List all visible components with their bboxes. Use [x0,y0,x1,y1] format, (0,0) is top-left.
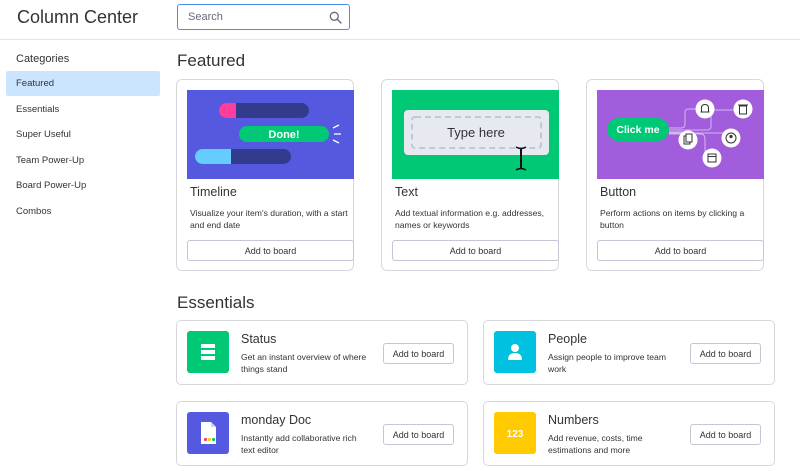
essential-card-monday-doc[interactable]: monday Doc Instantly add collaborative r… [176,401,468,466]
essential-card-numbers[interactable]: 123 Numbers Add revenue, costs, time est… [483,401,775,466]
featured-card-description: Add textual information e.g. addresses, … [395,208,545,230]
button-illustration: Click me [597,90,764,179]
essential-card-description: Add revenue, costs, time estimations and… [548,433,643,455]
essential-card-name: Numbers [548,413,599,427]
featured-card-description: Perform actions on items by clicking a b… [600,208,745,230]
add-status-button[interactable]: Add to board [383,343,454,364]
status-icon [187,331,229,373]
add-text-button[interactable]: Add to board [392,240,559,261]
numbers-icon: 123 [494,412,536,454]
text-illustration: Type here [392,90,559,179]
featured-card-name: Timeline [190,185,237,199]
featured-section-title: Featured [177,51,246,70]
essential-card-description: Assign people to improve team work [548,352,666,374]
essential-card-name: monday Doc [241,413,312,427]
add-numbers-button[interactable]: Add to board [690,424,761,445]
featured-card-button[interactable]: Click me Button Perform actions on items… [586,79,764,271]
sidebar-item-team-power-up[interactable]: Team Power-Up [6,148,160,173]
person-icon [721,128,741,148]
bell-icon [695,99,715,119]
featured-card-timeline[interactable]: Done! Timeline Visualize your item's dur… [176,79,354,271]
add-timeline-button[interactable]: Add to board [187,240,354,261]
essential-card-status[interactable]: Status Get an instant overview of where … [176,320,468,385]
page-title: Column Center [17,7,139,27]
copy-icon [678,130,698,150]
numbers-icon-text: 123 [507,429,524,440]
essentials-section-title: Essentials [177,293,255,312]
featured-card-description: Visualize your item's duration, with a s… [190,208,348,230]
essential-card-description: Instantly add collaborative rich text ed… [241,433,357,455]
essential-card-name: Status [241,332,277,346]
featured-card-text[interactable]: Type here Text Add textual information e… [381,79,559,271]
button-click-me-label: Click me [616,124,659,136]
text-type-here-label: Type here [447,125,505,140]
featured-card-name: Button [600,185,637,199]
top-header: Column Center [0,0,800,40]
timeline-illustration: Done! [187,90,354,179]
person-icon [494,331,536,373]
add-button-column-button[interactable]: Add to board [597,240,764,261]
essential-card-description: Get an instant overview of where things … [241,352,367,374]
sidebar-item-board-power-up[interactable]: Board Power-Up [6,173,160,198]
trash-icon [733,99,753,119]
doc-icon [187,412,229,454]
essential-card-people[interactable]: People Assign people to improve team wor… [483,320,775,385]
sidebar-item-featured[interactable]: Featured [6,71,160,96]
essential-card-name: People [548,332,587,346]
featured-card-name: Text [395,185,418,199]
search-box[interactable] [177,4,350,30]
timeline-done-label: Done! [268,129,299,141]
sidebar-item-super-useful[interactable]: Super Useful [6,122,160,147]
search-input[interactable] [178,5,326,29]
calendar-icon [702,148,722,168]
categories-sidebar: Categories Featured Essentials Super Use… [0,41,165,471]
sidebar-item-essentials[interactable]: Essentials [6,97,160,122]
add-monday-doc-button[interactable]: Add to board [383,424,454,445]
sidebar-item-combos[interactable]: Combos [6,199,160,224]
categories-heading: Categories [16,53,70,65]
add-people-button[interactable]: Add to board [690,343,761,364]
search-icon[interactable] [329,11,342,24]
